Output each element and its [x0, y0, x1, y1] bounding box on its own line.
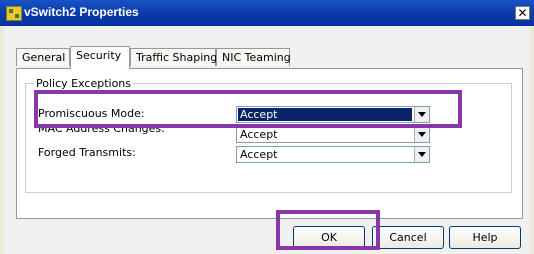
- cancel-button[interactable]: Cancel: [372, 226, 444, 249]
- select-value: Accept: [240, 148, 278, 161]
- security-panel: Policy Exceptions Promiscuous Mode: Acce…: [16, 68, 523, 219]
- title-bar[interactable]: vSwitch2 Properties ✕: [0, 0, 534, 26]
- help-button[interactable]: Help: [449, 226, 521, 249]
- promiscuous-mode-label: Promiscuous Mode:: [38, 107, 145, 120]
- properties-window: vSwitch2 Properties ✕ General Security T…: [0, 0, 534, 254]
- tab-nic-teaming[interactable]: NIC Teaming: [216, 48, 291, 66]
- policy-exceptions-group: Policy Exceptions Promiscuous Mode: Acce…: [25, 77, 512, 193]
- select-value: Accept: [238, 108, 412, 121]
- select-value: Accept: [240, 128, 278, 141]
- window-title: vSwitch2 Properties: [24, 5, 139, 19]
- chevron-down-icon[interactable]: [414, 127, 429, 142]
- forged-transmits-label: Forged Transmits:: [38, 146, 136, 159]
- tab-traffic-shaping[interactable]: Traffic Shaping: [130, 48, 217, 66]
- close-button[interactable]: ✕: [515, 6, 530, 20]
- chevron-down-icon[interactable]: [414, 147, 429, 162]
- tab-security[interactable]: Security: [70, 46, 130, 69]
- chevron-down-icon[interactable]: [414, 107, 429, 122]
- mac-address-changes-label: MAC Address Changes:: [38, 122, 165, 135]
- vswitch-icon: [6, 6, 22, 21]
- promiscuous-mode-select[interactable]: Accept: [236, 106, 430, 123]
- mac-address-changes-select[interactable]: Accept: [236, 126, 430, 143]
- tab-general[interactable]: General: [16, 48, 70, 66]
- ok-button[interactable]: OK: [293, 226, 365, 249]
- forged-transmits-select[interactable]: Accept: [236, 146, 430, 163]
- dialog-body: General Security Traffic Shaping NIC Tea…: [4, 26, 530, 254]
- group-label: Policy Exceptions: [34, 77, 134, 90]
